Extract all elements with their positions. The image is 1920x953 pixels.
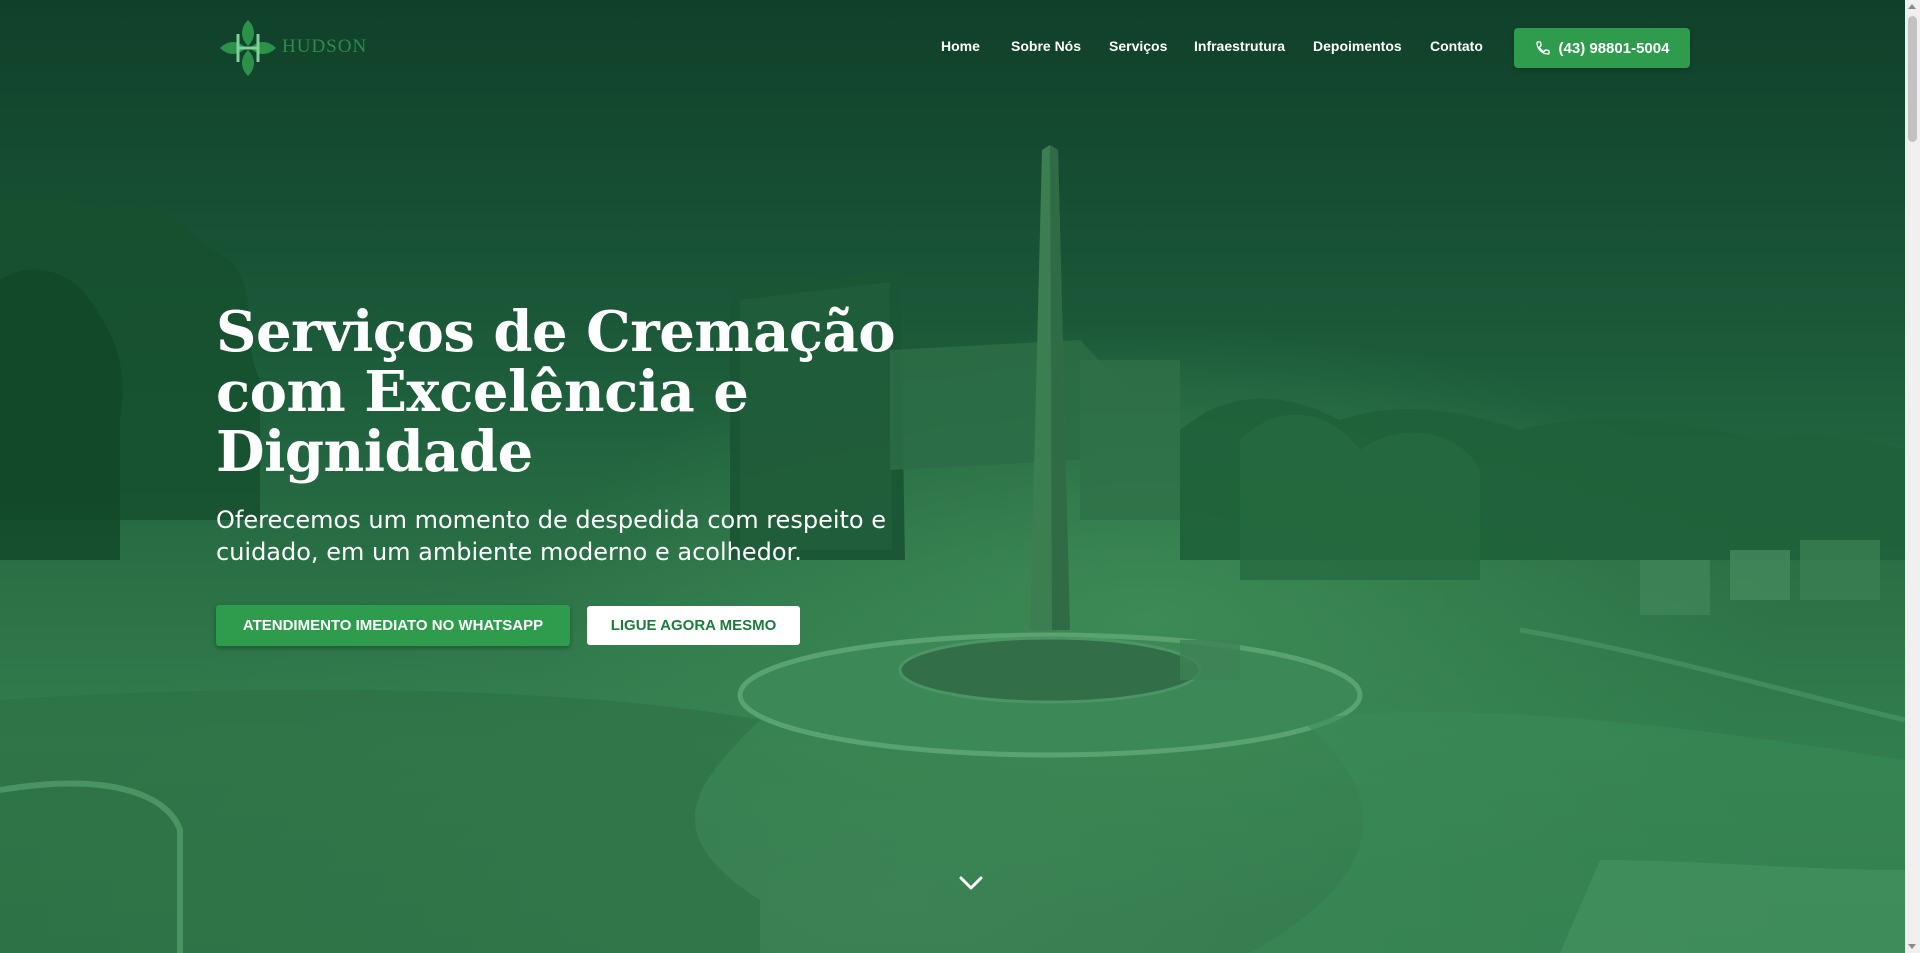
hero-content: Serviços de Cremação com Excelência e Di…: [216, 302, 1016, 568]
nav-contato[interactable]: Contato: [1430, 38, 1483, 54]
phone-icon: [1535, 41, 1550, 55]
hero-subtitle: Oferecemos um momento de despedida com r…: [216, 506, 886, 566]
whatsapp-cta-button[interactable]: ATENDIMENTO IMEDIATO NO WHATSAPP: [216, 605, 570, 646]
scrollbar-thumb[interactable]: [1908, 16, 1917, 142]
nav-sobre-nos[interactable]: Sobre Nós: [1011, 38, 1081, 54]
hero-section: HUDSON Home Sobre Nós Serviços Infraestr…: [0, 0, 1905, 953]
brand-name: HUDSON: [282, 36, 368, 57]
top-navbar: HUDSON Home Sobre Nós Serviços Infraestr…: [0, 0, 1905, 96]
scroll-down-arrow-icon[interactable]: [1908, 944, 1916, 949]
scroll-up-arrow-icon[interactable]: [1908, 4, 1916, 9]
phone-button-label: (43) 98801-5004: [1558, 39, 1670, 57]
nav-infraestrutura[interactable]: Infraestrutura: [1194, 38, 1285, 54]
page-scrollbar[interactable]: [1905, 0, 1920, 953]
call-now-button[interactable]: LIGUE AGORA MESMO: [587, 606, 800, 645]
phone-call-button[interactable]: (43) 98801-5004: [1514, 28, 1690, 68]
hero-title: Serviços de Cremação com Excelência e Di…: [216, 299, 896, 485]
chevron-down-icon[interactable]: [958, 874, 984, 892]
nav-servicos[interactable]: Serviços: [1109, 38, 1167, 54]
nav-depoimentos[interactable]: Depoimentos: [1313, 38, 1402, 54]
nav-home[interactable]: Home: [941, 38, 980, 54]
clover-h-logo-icon: [220, 20, 276, 76]
brand-logo[interactable]: HUDSON: [216, 16, 366, 80]
